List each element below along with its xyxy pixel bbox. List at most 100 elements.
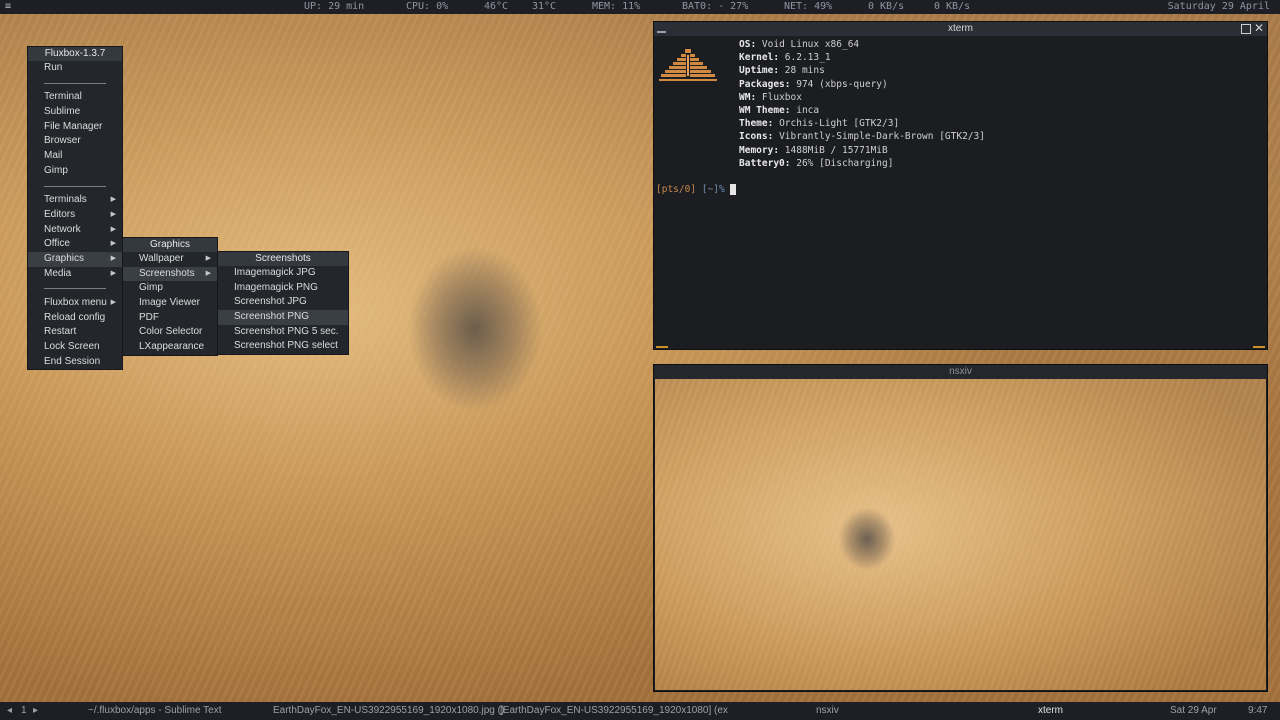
task-sublime[interactable]: ~/.fluxbox/apps - Sublime Text	[88, 702, 222, 720]
menu-item-label: Screenshots	[139, 267, 195, 279]
xterm-titlebar[interactable]: xterm ✕	[654, 21, 1267, 36]
menu-item-label: Screenshot JPG	[234, 296, 307, 308]
info-value: 6.2.13_1	[784, 52, 831, 64]
submenu-arrow-icon: ▶	[110, 196, 116, 204]
menu-item-label: Restart	[44, 326, 77, 338]
nsxiv-titlebar[interactable]: nsxiv	[654, 365, 1267, 379]
cpu-temp: 46°C	[484, 1, 509, 12]
fox-image	[655, 379, 1266, 690]
menu-item-lock-screen[interactable]: Lock Screen	[28, 340, 122, 355]
menu-item-wallpaper[interactable]: Wallpaper ▶	[123, 252, 217, 267]
menu-item-run[interactable]: Run	[28, 61, 122, 76]
info-row: Battery0: 26% [Discharging]	[739, 157, 985, 170]
system-info: OS: Void Linux x86_64 Kernel: 6.2.13_1 U…	[739, 38, 985, 170]
menu-item-fluxbox-menu[interactable]: Fluxbox menu ▶	[28, 296, 122, 311]
task-image-file[interactable]: EarthDayFox_EN-US3922955169_1920x1080.jp…	[273, 702, 504, 720]
maximize-icon[interactable]	[1241, 24, 1251, 34]
prev-workspace-icon[interactable]: ◂	[7, 702, 12, 720]
menu-item-network[interactable]: Network ▶	[28, 223, 122, 238]
info-key: Theme:	[739, 118, 774, 130]
info-key: WM:	[739, 91, 757, 103]
menu-item-sublime[interactable]: Sublime	[28, 105, 122, 120]
menu-item-label: Gimp	[44, 164, 68, 176]
menu-item-end-session[interactable]: End Session	[28, 355, 122, 370]
menu-item-label: Terminals	[44, 194, 87, 206]
info-row: Packages: 974 (xbps-query)	[739, 78, 985, 91]
resize-grip-left[interactable]	[656, 346, 668, 348]
menu-item-terminal[interactable]: Terminal	[28, 90, 122, 105]
menu-item-label: Imagemagick JPG	[234, 267, 316, 278]
menu-item-imagemagick-png[interactable]: Imagemagick PNG	[218, 281, 348, 296]
shell-prompt[interactable]: [pts/0] [~]%	[656, 184, 737, 195]
resize-grip-right[interactable]	[1253, 346, 1265, 348]
menu-item-label: Gimp	[139, 282, 163, 294]
cpu-stat: CPU: 0%	[406, 1, 449, 12]
menu-item-label: Color Selector	[139, 326, 203, 338]
menu-item-reload-config[interactable]: Reload config	[28, 311, 122, 326]
workspace-number: 1	[21, 705, 27, 716]
graphics-submenu: Graphics Wallpaper ▶ Screenshots ▶ Gimp Im…	[122, 237, 218, 356]
menu-item-office[interactable]: Office ▶	[28, 237, 122, 252]
task-image-ex[interactable]: [EarthDayFox_EN-US3922955169_1920x1080] …	[500, 702, 728, 720]
close-icon[interactable]: ✕	[1254, 21, 1264, 35]
menu-item-file-manager[interactable]: File Manager	[28, 120, 122, 135]
net-stat: NET: 49%	[784, 1, 833, 12]
menu-item-gimp[interactable]: Gimp	[123, 281, 217, 296]
pyramid-logo-icon	[659, 49, 717, 81]
menu-item-color-selector[interactable]: Color Selector	[123, 325, 217, 340]
info-row: WM Theme: inca	[739, 104, 985, 117]
menu-item-screenshot-png-select[interactable]: Screenshot PNG select	[218, 339, 348, 354]
menu-item-screenshots[interactable]: Screenshots ▶	[123, 266, 217, 282]
next-workspace-icon[interactable]: ▸	[33, 702, 38, 720]
menu-item-gimp[interactable]: Gimp	[28, 164, 122, 179]
menu-item-pdf[interactable]: PDF	[123, 311, 217, 326]
menu-item-label: Image Viewer	[139, 297, 200, 309]
submenu-arrow-icon: ▶	[110, 254, 116, 262]
menu-item-lxappearance[interactable]: LXappearance	[123, 340, 217, 355]
menu-item-mail[interactable]: Mail	[28, 149, 122, 164]
menu-item-image-viewer[interactable]: Image Viewer	[123, 296, 217, 311]
bottom-toolbar: ◂ 1 ▸ ~/.fluxbox/apps - Sublime Text Ear…	[0, 702, 1280, 720]
info-value: Vibrantly-Simple-Dark-Brown [GTK2/3]	[779, 131, 985, 143]
menu-item-label: PDF	[139, 311, 159, 323]
task-nsxiv[interactable]: nsxiv	[816, 702, 839, 720]
menu-item-restart[interactable]: Restart	[28, 325, 122, 340]
menu-item-screenshot-png-5-sec[interactable]: Screenshot PNG 5 sec.	[218, 325, 348, 340]
info-value: inca	[796, 105, 820, 117]
graphics-submenu-title: Graphics	[123, 238, 217, 252]
menu-icon[interactable]: ≡	[5, 1, 11, 13]
text-cursor	[730, 184, 737, 195]
menu-item-media[interactable]: Media ▶	[28, 267, 122, 282]
nsxiv-title: nsxiv	[949, 366, 972, 377]
task-xterm[interactable]: xterm	[1038, 702, 1063, 720]
menu-item-label: Mail	[44, 150, 63, 162]
menu-item-imagemagick-jpg[interactable]: Imagemagick JPG	[218, 266, 348, 281]
nsxiv-window[interactable]: nsxiv	[653, 364, 1268, 692]
info-row: Memory: 1488MiB / 15771MiB	[739, 144, 985, 157]
prompt-dir: [~]%	[701, 184, 725, 195]
submenu-arrow-icon: ▶	[110, 210, 116, 218]
info-value: Void Linux x86_64	[761, 39, 860, 50]
menu-item-label: File Manager	[44, 120, 103, 132]
menu-item-label: Screenshot PNG	[234, 311, 310, 323]
menu-item-editors[interactable]: Editors ▶	[28, 208, 122, 223]
menu-item-label: End Session	[44, 355, 101, 367]
info-row: Uptime: 28 mins	[739, 64, 985, 77]
sys-temp: 31°C	[532, 1, 557, 12]
menu-item-label: Screenshot PNG select	[234, 340, 338, 352]
menu-item-label: Sublime	[44, 106, 81, 118]
submenu-arrow-icon: ▶	[110, 269, 116, 277]
menu-item-screenshot-jpg[interactable]: Screenshot JPG	[218, 295, 348, 310]
menu-item-graphics[interactable]: Graphics ▶	[28, 251, 122, 267]
menu-item-terminals[interactable]: Terminals ▶	[28, 193, 122, 208]
toolbar-clock: 9:47	[1248, 705, 1268, 716]
xterm-window[interactable]: xterm ✕ OS: Void Linux x86_64 Kernel: 6.…	[653, 21, 1268, 350]
battery-stat: BAT0: - 27%	[682, 1, 749, 12]
info-row: Theme: Orchis-Light [GTK2/3]	[739, 117, 985, 130]
menu-item-screenshot-png[interactable]: Screenshot PNG	[218, 310, 348, 325]
info-row: Icons: Vibrantly-Simple-Dark-Brown [GTK2…	[739, 130, 985, 143]
info-value: Orchis-Light [GTK2/3]	[779, 118, 900, 130]
window-menu-icon[interactable]	[657, 31, 666, 33]
menu-item-browser[interactable]: Browser	[28, 134, 122, 149]
info-value: 1488MiB / 15771MiB	[784, 144, 888, 156]
